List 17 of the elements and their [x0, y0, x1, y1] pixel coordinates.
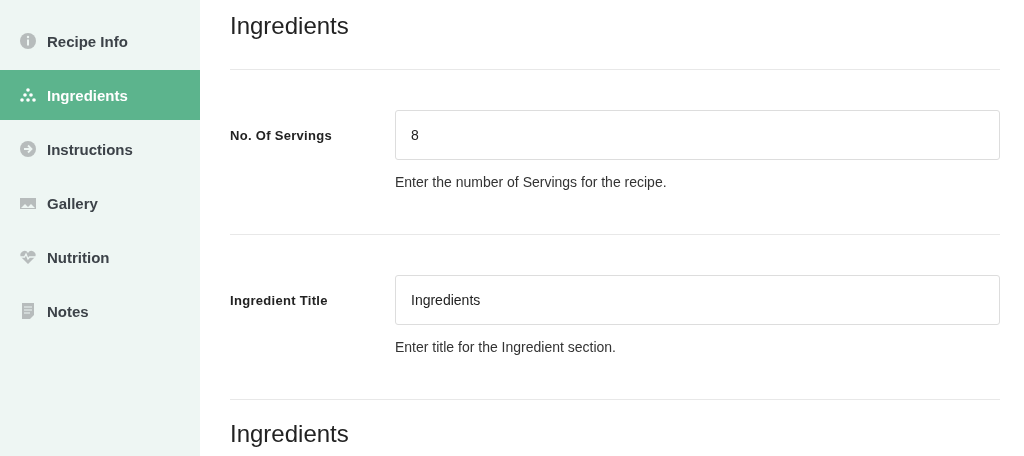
note-icon	[19, 302, 37, 320]
help-text: Enter title for the Ingredient section.	[395, 339, 617, 355]
sidebar-item[interactable]: Recipe Info	[0, 16, 200, 66]
section-title: Ingredients	[230, 419, 350, 448]
input-field[interactable]: 8	[395, 110, 1000, 160]
sidebar-item[interactable]: Nutrition	[0, 232, 200, 282]
sidebar-item[interactable]: Instructions	[0, 124, 200, 174]
dots-icon	[19, 86, 37, 104]
page-title: Ingredients	[230, 11, 350, 41]
field-label: Ingredient Title	[230, 292, 329, 308]
sidebar-item[interactable]: Notes	[0, 286, 200, 336]
heart-icon	[19, 248, 37, 266]
sidebar-item[interactable]: Gallery	[0, 178, 200, 228]
info-icon	[19, 32, 37, 50]
field-label: No. Of Servings	[230, 127, 334, 143]
help-text: Enter the number of Servings for the recipe.	[395, 174, 668, 190]
input-field[interactable]: Ingredients	[395, 275, 1000, 325]
